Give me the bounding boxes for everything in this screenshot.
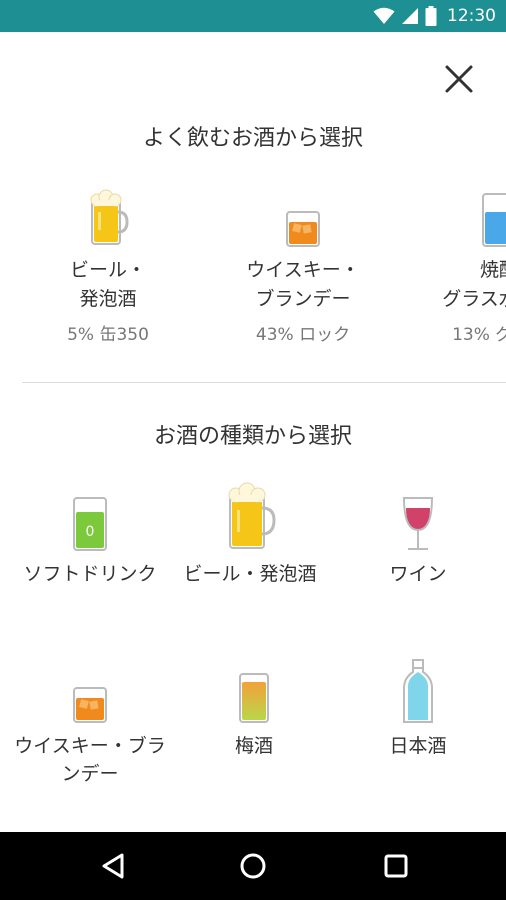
wifi-icon — [373, 7, 395, 24]
shochu-glass-icon — [482, 193, 506, 247]
section-divider — [22, 382, 506, 383]
status-icons: 12:30 — [373, 0, 496, 32]
favorite-item-beer[interactable]: ビール・ 発泡酒 5% 缶350 — [18, 180, 198, 345]
close-icon — [445, 65, 473, 93]
favorite-name: ウイスキー・ ブランデー — [246, 259, 360, 310]
back-button[interactable] — [93, 848, 133, 884]
type-name: ウイスキー・ブランデー — [14, 735, 166, 785]
recents-button[interactable] — [376, 848, 416, 884]
favorites-title: よく飲むお酒から選択 — [142, 126, 363, 151]
recents-square-icon — [384, 854, 408, 878]
type-item-umeshu[interactable]: 梅酒 — [174, 650, 334, 760]
beer-mug-icon — [90, 189, 129, 245]
beer-mug-icon — [228, 482, 276, 549]
sake-bottle-icon — [403, 659, 433, 723]
favorite-detail: 43% ロック — [255, 325, 351, 345]
type-name: ビール・発泡酒 — [183, 563, 317, 585]
favorites-row[interactable]: ビール・ 発泡酒 5% 缶350 ウイスキー・ ブランデー 43% ロック 焼酎… — [0, 180, 506, 360]
type-item-whisky[interactable]: ウイスキー・ブランデー — [10, 650, 170, 788]
home-button[interactable] — [233, 848, 273, 884]
favorite-item-shochu[interactable]: 焼酎 グラス水割り 13% グラス — [409, 180, 506, 345]
soft-drink-icon: 0 — [73, 497, 107, 551]
types-title: お酒の種類から選択 — [153, 424, 352, 449]
favorite-item-whisky[interactable]: ウイスキー・ ブランデー 43% ロック — [213, 180, 393, 345]
type-item-sake[interactable]: 日本酒 — [338, 650, 498, 760]
favorite-detail: 5% 缶350 — [67, 325, 149, 345]
home-circle-icon — [240, 853, 266, 879]
favorite-detail: 13% グラス — [452, 325, 506, 345]
umeshu-glass-icon — [239, 673, 269, 723]
favorite-name: 焼酎 グラス水割り — [442, 259, 506, 310]
signal-icon — [402, 8, 418, 24]
type-name: 日本酒 — [389, 735, 447, 757]
whisky-glass-icon — [73, 687, 107, 723]
back-triangle-icon — [102, 853, 124, 879]
soft-drink-badge: 0 — [86, 524, 95, 540]
battery-icon — [425, 6, 437, 26]
status-bar: 12:30 — [0, 0, 506, 32]
whisky-glass-icon — [286, 211, 320, 247]
wine-glass-icon — [402, 497, 434, 550]
type-name: 梅酒 — [234, 735, 273, 757]
type-item-soft-drink[interactable]: 0 ソフトドリンク — [10, 478, 170, 588]
navigation-bar — [0, 832, 506, 900]
type-name: ワイン — [389, 563, 447, 585]
type-item-wine[interactable]: ワイン — [338, 478, 498, 588]
type-name: ソフトドリンク — [23, 563, 157, 585]
close-button[interactable] — [438, 58, 480, 100]
favorite-name: ビール・ 発泡酒 — [69, 259, 146, 310]
status-time: 12:30 — [447, 6, 496, 26]
type-item-beer[interactable]: ビール・発泡酒 — [170, 478, 330, 588]
